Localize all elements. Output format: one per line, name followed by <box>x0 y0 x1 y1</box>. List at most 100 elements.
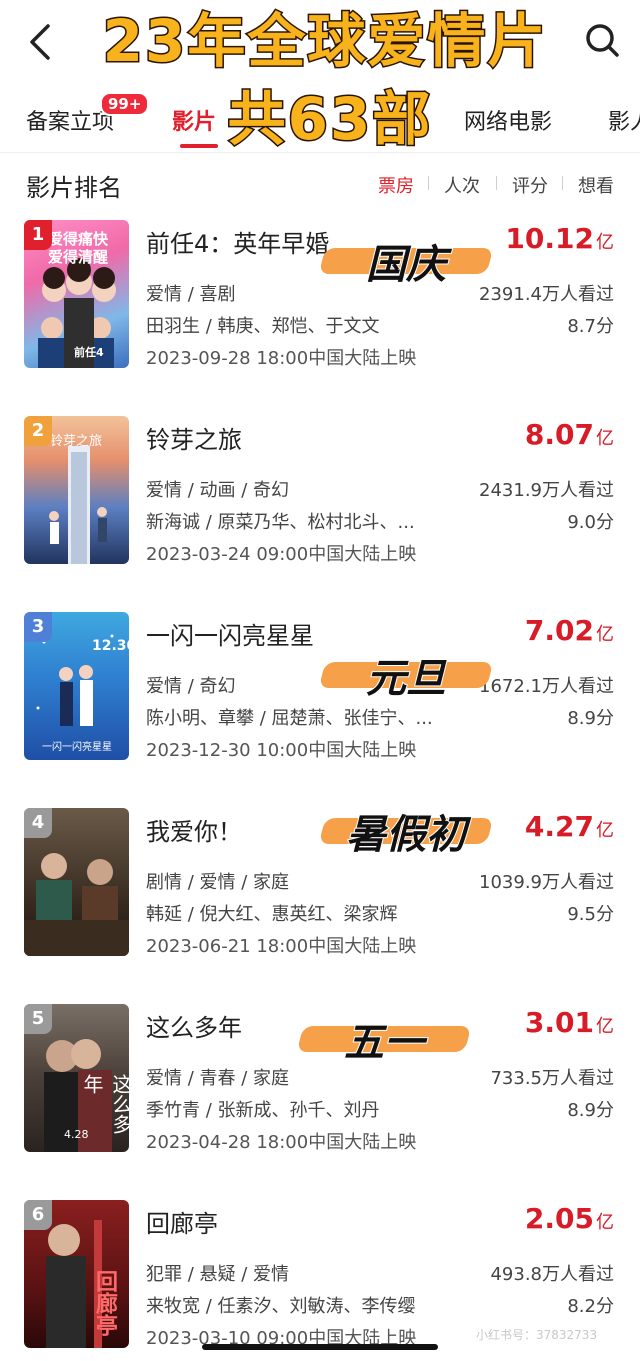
movie-cast: 陈小明、章攀 / 屈楚萧、张佳宁、... <box>146 708 433 729</box>
box-office: 7.02 亿 <box>525 614 614 647</box>
box-office-value: 3.01 <box>524 1006 594 1039</box>
rank-badge: 1 <box>24 220 52 250</box>
movie-genres: 爱情 / 喜剧 <box>146 284 236 305</box>
sort-admissions[interactable]: 人次 <box>444 172 480 198</box>
sticker-text: 五一 <box>343 1019 425 1067</box>
sticker-text: 暑假初 <box>345 811 467 859</box>
box-office-unit: 亿 <box>596 232 614 253</box>
sort-divider <box>496 176 497 190</box>
movie-score: 8.9分 <box>567 708 614 729</box>
movie-title[interactable]: 我爱你！ <box>146 812 242 847</box>
box-office: 4.27 亿 <box>525 810 614 843</box>
poster-text: 12.30 <box>92 638 129 654</box>
movie-title[interactable]: 前任4：英年早婚 <box>146 224 329 259</box>
movie-poster[interactable]: 12.30 一闪一闪亮星星 3 <box>24 612 129 760</box>
rank-badge: 3 <box>24 612 52 642</box>
holiday-sticker: 五一 <box>296 1016 472 1067</box>
movie-item[interactable]: 铃芽之旅 2 铃芽之旅 8.07 亿 爱情 / 动画 / 奇幻 2431.9万人看… <box>0 416 640 586</box>
rank-badge: 5 <box>24 1004 52 1034</box>
movie-views: 2391.4万人看过 <box>479 284 614 305</box>
holiday-sticker: 暑假初 <box>318 808 494 859</box>
movie-views: 2431.9万人看过 <box>479 480 614 501</box>
movie-genres: 爱情 / 动画 / 奇幻 <box>146 480 290 501</box>
movie-title[interactable]: 回廊亭 <box>146 1204 218 1239</box>
watermark: 小红书号：37832733 <box>476 1328 598 1342</box>
sort-divider <box>562 176 563 190</box>
box-office: 10.12 亿 <box>505 222 614 255</box>
movie-poster[interactable]: 回廊亭 6 <box>24 1200 129 1348</box>
rank-badge: 6 <box>24 1200 52 1230</box>
movie-release: 2023-04-28 18:00中国大陆上映 <box>146 1132 417 1153</box>
movie-poster[interactable]: 爱得痛快 爱得清醒 前任4 1 <box>24 220 129 368</box>
sort-divider <box>428 176 429 190</box>
movie-views: 493.8万人看过 <box>490 1264 614 1285</box>
movie-genres: 爱情 / 青春 / 家庭 <box>146 1068 290 1089</box>
movie-score: 8.7分 <box>567 316 614 337</box>
movie-score: 8.2分 <box>567 1296 614 1317</box>
movie-genres: 爱情 / 奇幻 <box>146 676 236 697</box>
movie-title[interactable]: 这么多年 <box>146 1008 242 1043</box>
filing-count-badge: 99+ <box>100 92 150 116</box>
movie-poster[interactable]: 这么多年 4.28 5 <box>24 1004 129 1152</box>
chevron-left-icon[interactable] <box>26 22 56 62</box>
box-office-value: 8.07 <box>524 418 594 451</box>
movie-cast: 田羽生 / 韩庚、郑恺、于文文 <box>146 316 380 337</box>
box-office-unit: 亿 <box>596 624 614 645</box>
sort-want-to-see[interactable]: 想看 <box>578 172 614 198</box>
movie-views: 1672.1万人看过 <box>479 676 614 697</box>
movie-item[interactable]: 爱得痛快 爱得清醒 前任4 1 前任4：英年早婚 10.12 亿 爱情 / 喜剧 … <box>0 220 640 390</box>
movie-item[interactable]: 这么多年 4.28 5 这么多年 3.01 亿 爱情 / 青春 / 家庭 733.… <box>0 1004 640 1174</box>
movie-cast: 季竹青 / 张新成、孙千、刘丹 <box>146 1100 380 1121</box>
movie-release: 2023-12-30 10:00中国大陆上映 <box>146 740 417 761</box>
poster-caption: 前任4 <box>74 346 104 359</box>
box-office: 2.05 亿 <box>525 1202 614 1235</box>
movie-genres: 犯罪 / 悬疑 / 爱情 <box>146 1264 290 1285</box>
box-office: 8.07 亿 <box>525 418 614 451</box>
box-office-unit: 亿 <box>596 1212 614 1233</box>
movie-cast: 来牧宽 / 任素汐、刘敏涛、李传缨 <box>146 1296 416 1317</box>
poster-text: 回廊亭 <box>92 1270 117 1336</box>
movie-cast: 新海诚 / 原菜乃华、松村北斗、... <box>146 512 415 533</box>
box-office-value: 4.27 <box>524 810 594 843</box>
ranking-header: 影片排名 票房 人次 评分 想看 <box>0 160 640 206</box>
poster-text: 铃芽之旅 <box>50 434 103 449</box>
box-office: 3.01 亿 <box>525 1006 614 1039</box>
rank-badge: 4 <box>24 808 52 838</box>
ranking-title: 影片排名 <box>26 174 122 202</box>
movie-title[interactable]: 铃芽之旅 <box>146 420 242 455</box>
movie-score: 9.5分 <box>567 904 614 925</box>
holiday-sticker: 元旦 <box>318 652 494 703</box>
box-office-value: 2.05 <box>524 1202 594 1235</box>
sort-box-office[interactable]: 票房 <box>378 172 414 198</box>
overlay-title-line2: 共63部 <box>226 85 433 154</box>
sticker-text: 元旦 <box>365 655 447 703</box>
box-office-value: 7.02 <box>524 614 594 647</box>
movie-views: 1039.9万人看过 <box>479 872 614 893</box>
home-indicator[interactable] <box>202 1344 438 1350</box>
movie-title[interactable]: 一闪一闪亮星星 <box>146 616 314 651</box>
holiday-sticker: 国庆 <box>318 238 494 289</box>
box-office-value: 10.12 <box>505 222 594 255</box>
sticker-text: 国庆 <box>365 241 447 289</box>
poster-caption: 一闪一闪亮星星 <box>42 742 112 753</box>
overlay-title-line1: 23年全球爱情片 <box>101 7 548 76</box>
movie-release: 2023-06-21 18:00中国大陆上映 <box>146 936 417 957</box>
tab-people[interactable]: 影人 <box>608 104 640 136</box>
movie-release: 2023-03-24 09:00中国大陆上映 <box>146 544 417 565</box>
rank-badge: 2 <box>24 416 52 446</box>
movie-cast: 韩延 / 倪大红、惠英红、梁家辉 <box>146 904 398 925</box>
box-office-unit: 亿 <box>596 428 614 449</box>
sort-rating[interactable]: 评分 <box>512 172 548 198</box>
tab-web-films[interactable]: 网络电影 <box>464 104 552 136</box>
movie-item[interactable]: 4 我爱你！ 4.27 亿 剧情 / 爱情 / 家庭 1039.9万人看过 韩延 … <box>0 808 640 978</box>
movie-poster[interactable]: 铃芽之旅 2 <box>24 416 129 564</box>
poster-caption: 4.28 <box>64 1128 89 1141</box>
movie-views: 733.5万人看过 <box>490 1068 614 1089</box>
movie-item[interactable]: 12.30 一闪一闪亮星星 3 一闪一闪亮星星 7.02亿 爱情 / 奇幻 16… <box>0 612 640 782</box>
box-office-unit: 亿 <box>596 1016 614 1037</box>
movie-genres: 剧情 / 爱情 / 家庭 <box>146 872 290 893</box>
box-office-unit: 亿 <box>596 820 614 841</box>
movie-score: 8.9分 <box>567 1100 614 1121</box>
movie-poster[interactable]: 4 <box>24 808 129 956</box>
movie-release: 2023-09-28 18:00中国大陆上映 <box>146 348 417 369</box>
